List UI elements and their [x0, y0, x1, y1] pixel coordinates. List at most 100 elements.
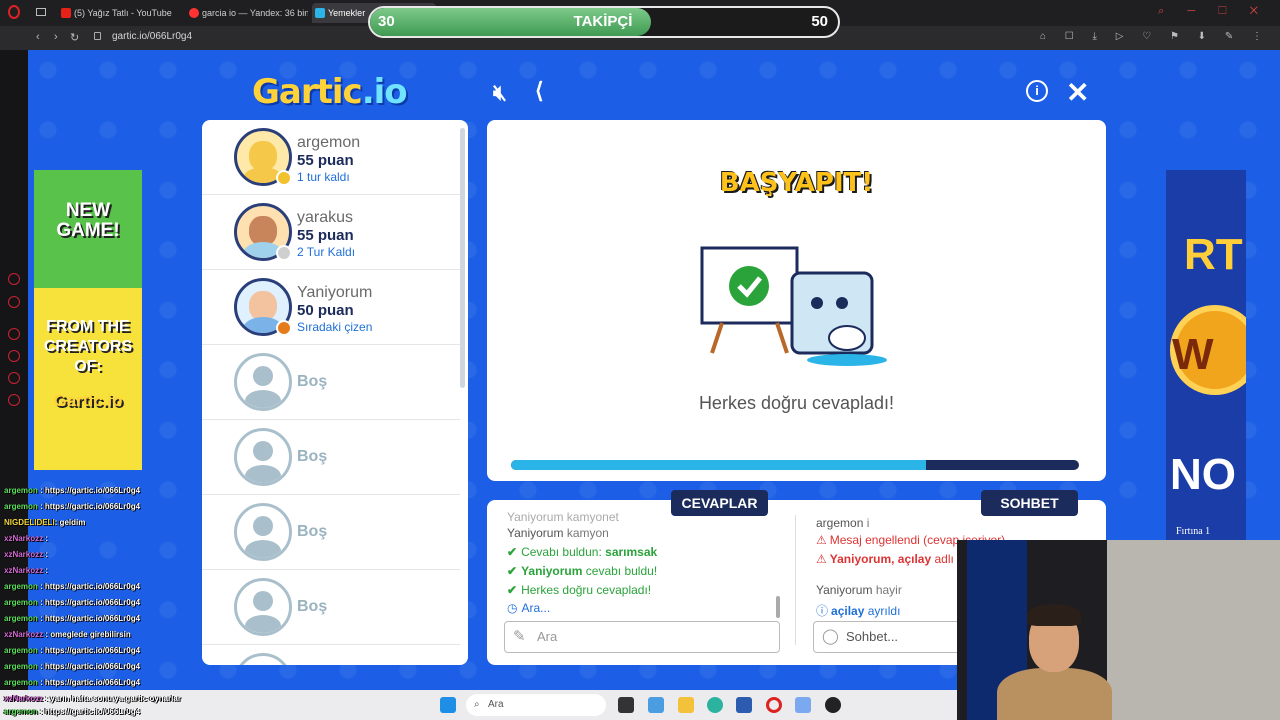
tab-answers[interactable]: CEVAPLAR: [671, 490, 768, 516]
stream-chat-user: argemon: [4, 502, 38, 511]
logo-text: Gartic: [252, 72, 363, 112]
tabs-icon[interactable]: [36, 8, 46, 16]
player-status: 1 tur kaldı: [297, 170, 350, 184]
empty-slot[interactable]: Boş: [202, 570, 460, 645]
paint-splash: [807, 354, 887, 366]
sidebar-icon[interactable]: [8, 273, 20, 285]
windows-start-icon[interactable]: [440, 697, 456, 713]
player-points: 55 puan: [297, 152, 354, 169]
sidebar-icon[interactable]: [8, 296, 20, 308]
answer-line-cut: Yaniyorum kamyonet: [507, 510, 619, 524]
sidebar-icon[interactable]: [8, 328, 20, 340]
stream-chat-text: : omeglede girebilirsin: [45, 630, 131, 639]
stream-chat-user: argemon: [4, 598, 38, 607]
taskbar-search[interactable]: ⌕ Ara: [466, 694, 606, 716]
stream-chat-user: NIGDELIDELI: [4, 518, 55, 527]
store-icon[interactable]: [648, 697, 664, 713]
sidebar-icon[interactable]: [8, 350, 20, 362]
warning-icon: ⚠: [816, 533, 827, 547]
answer-searching: ◷ Ara...: [507, 601, 550, 615]
ad-right-text: RT: [1184, 230, 1243, 279]
chat-text: i: [866, 516, 870, 530]
stream-chat-line: xzNarkozz : yarın hafta sonu ya gartic o…: [4, 694, 181, 703]
search-icon: ⌕: [474, 699, 480, 710]
ad-text: CREATORS: [43, 338, 133, 355]
answer-input[interactable]: ✎ Ara: [504, 621, 780, 653]
window-controls[interactable]: ⌕ ─ ☐ ✕: [1158, 5, 1268, 18]
vote-target: , açılay: [891, 552, 932, 566]
everyone-text: Herkes doğru cevapladı!: [521, 583, 652, 597]
toolbar-icons[interactable]: ⌂ ☐ ⤓ ▷ ♡ ⚑ ⬇ ✎ ⋮: [1040, 31, 1270, 42]
check-icon: ✔: [507, 564, 518, 578]
ad-right-text: NO: [1170, 450, 1236, 499]
taskbar-search-placeholder: Ara: [488, 699, 504, 710]
avatar-body: [245, 390, 281, 408]
player-row[interactable]: Yaniyorum 50 puan Sıradaki çizen: [202, 270, 460, 345]
info-icon[interactable]: i: [1026, 80, 1048, 102]
sidebar-icon[interactable]: [8, 372, 20, 384]
stream-chat-user: xzNarkozz: [4, 630, 44, 639]
stream-chat-user: argemon: [4, 707, 38, 716]
ad-text: FROM THE: [46, 318, 130, 335]
reload-icon[interactable]: ↻: [70, 31, 79, 44]
stream-chat-text: :: [45, 534, 49, 543]
stream-chat-text: : https://gartic.io/066Lr0g4: [40, 707, 141, 716]
stream-chat-user: argemon: [4, 486, 38, 495]
check-icon: ✔: [507, 583, 518, 597]
back-icon[interactable]: ‹: [36, 31, 40, 43]
player-row[interactable]: yarakus 55 puan 2 Tur Kaldı: [202, 195, 460, 270]
edge-icon[interactable]: [707, 697, 723, 713]
round-progress-bar: [511, 460, 1079, 470]
tab-chat[interactable]: SOHBET: [981, 490, 1078, 516]
stream-chat-user: argemon: [4, 614, 38, 623]
close-icon[interactable]: ✕: [1066, 76, 1089, 109]
player-badge: [276, 320, 292, 336]
avatar-face: [253, 591, 273, 611]
tab-label: (5) Yağız Tatlı - YouTube: [74, 8, 172, 18]
app-icon[interactable]: [736, 697, 752, 713]
stream-chat-user: xzNarkozz: [4, 550, 44, 559]
forward-icon[interactable]: ›: [54, 31, 58, 43]
task-view-icon[interactable]: [618, 697, 634, 713]
empty-slot[interactable]: [202, 645, 460, 665]
easel-leg: [710, 322, 724, 354]
player-row[interactable]: argemon 55 puan 1 tur kaldı: [202, 120, 460, 195]
sidebar-icon[interactable]: [8, 394, 20, 406]
player-list-scrollbar[interactable]: [460, 128, 465, 388]
ad-left[interactable]: NEW GAME! FROM THE CREATORS OF: Gartic.i…: [34, 170, 142, 470]
left-text: ayrıldı: [867, 604, 901, 618]
stream-chat-line: xzNarkozz :: [4, 534, 48, 543]
empty-slot[interactable]: Boş: [202, 345, 460, 420]
stream-chat-text: : yarın hafta sonu ya gartic oynarlar: [45, 694, 181, 703]
share-icon[interactable]: ⟨: [535, 78, 544, 104]
tab-yandex[interactable]: garcia io — Yandex: 36 bin: [186, 3, 308, 23]
answer-text: kamyon: [566, 526, 609, 540]
empty-slot[interactable]: Boş: [202, 420, 460, 495]
tab-youtube[interactable]: (5) Yağız Tatlı - YouTube: [58, 3, 184, 23]
stream-chat-user: xzNarkozz: [4, 534, 44, 543]
stream-chat-line: argemon : https://gartic.io/066Lr0g4: [4, 502, 140, 511]
drawing-panel: BAŞYAPIT! Herkes doğru cevapladı!: [487, 120, 1106, 481]
url-field[interactable]: gartic.io/066Lr0g4: [112, 31, 192, 42]
avatar-face: [253, 441, 273, 461]
app-icon[interactable]: [795, 697, 811, 713]
masterpiece-title: BAŞYAPIT!: [719, 168, 874, 198]
opera-icon[interactable]: [766, 697, 782, 713]
ad-right[interactable]: RT W NO Fırtına 1: [1166, 170, 1246, 540]
player-badge: [276, 170, 292, 186]
stream-chat-text: : https://gartic.io/066Lr0g4: [40, 486, 141, 495]
obs-icon[interactable]: [825, 697, 841, 713]
answer-user-found: ✔ Yaniyorum cevabı buldu!: [507, 564, 657, 578]
stream-chat-user: xzNarkozz: [4, 566, 44, 575]
ad-text: NEW: [65, 200, 111, 221]
answers-scrollbar[interactable]: [776, 596, 780, 618]
round-progress-fill: [511, 460, 926, 470]
gartic-logo[interactable]: Gartic.io: [252, 72, 408, 112]
empty-slot[interactable]: Boş: [202, 495, 460, 570]
stream-chat-user: argemon: [4, 646, 38, 655]
folder-icon[interactable]: [678, 697, 694, 713]
bucket-eye: [836, 297, 848, 309]
stream-chat-line: argemon : https://gartic.io/066Lr0g4: [4, 486, 140, 495]
sound-muted-icon[interactable]: 🔇︎: [493, 80, 507, 106]
opera-logo-icon[interactable]: [8, 5, 20, 19]
